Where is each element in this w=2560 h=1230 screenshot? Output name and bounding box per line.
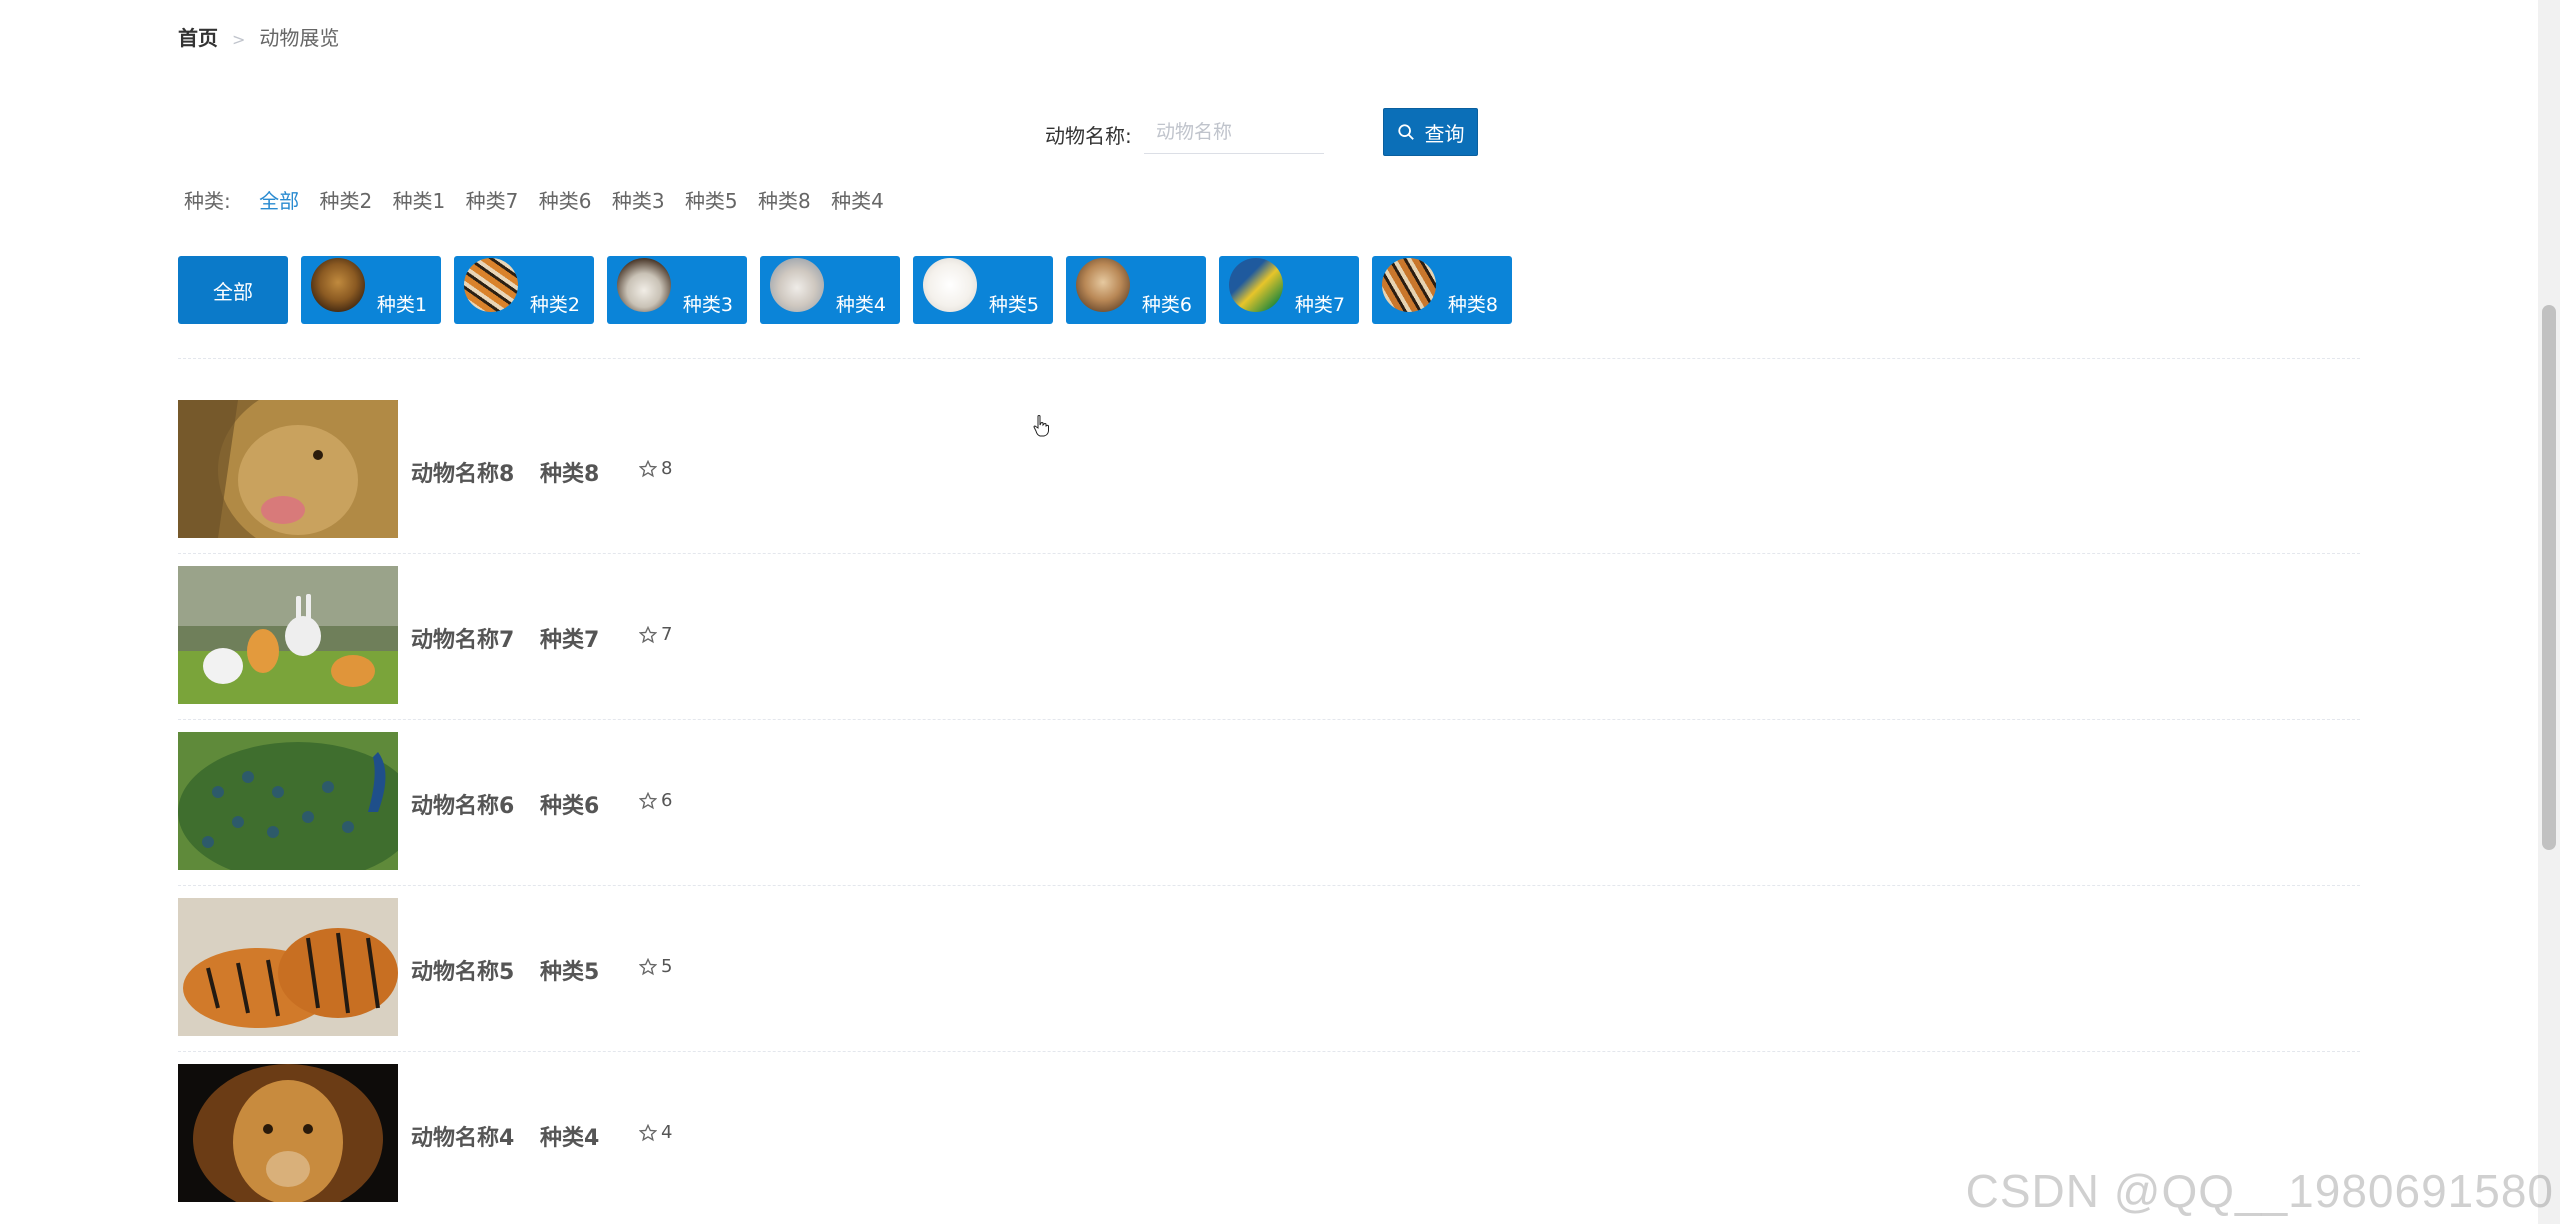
dog-avatar-icon: [923, 258, 977, 312]
tile-label: 种类2: [529, 294, 580, 316]
star-icon: [639, 625, 657, 643]
tile-category-4[interactable]: 种类4: [760, 256, 900, 324]
hand-cursor-icon: [1033, 415, 1049, 437]
search-button[interactable]: 查询: [1383, 108, 1478, 156]
rabbit-avatar-icon: [617, 258, 671, 312]
tile-category-6[interactable]: 种类6: [1066, 256, 1206, 324]
breadcrumb: 首页 > 动物展览: [178, 25, 339, 53]
tile-category-7[interactable]: 种类7: [1219, 256, 1359, 324]
filter-item[interactable]: 种类3: [612, 189, 665, 213]
row-divider: [178, 719, 2360, 720]
list-item[interactable]: 动物名称7 种类7 7: [178, 566, 2360, 732]
tiger-avatar-icon: [1382, 258, 1436, 312]
lion-avatar-icon: [311, 258, 365, 312]
watermark: CSDN @QQ__1980691580: [1965, 1165, 2554, 1217]
rabbits-photo-icon: [178, 566, 398, 704]
animal-name[interactable]: 动物名称8: [411, 456, 514, 488]
tile-label: 种类7: [1294, 294, 1345, 316]
filter-label: 种类:: [184, 189, 231, 213]
breadcrumb-current: 动物展览: [259, 26, 340, 50]
tile-label: 种类1: [376, 294, 427, 316]
like-count-value: 5: [661, 956, 673, 977]
row-divider: [178, 1051, 2360, 1052]
tile-label: 种类4: [835, 294, 886, 316]
like-count-value: 6: [661, 790, 673, 811]
animal-category: 种类8: [540, 462, 600, 487]
animal-thumbnail[interactable]: [178, 400, 398, 538]
animal-thumbnail[interactable]: [178, 732, 398, 870]
animal-thumbnail[interactable]: [178, 1064, 398, 1202]
animal-list: 动物名称8 种类8 8 动物名称7 种类7 7 动物名称6 种类6 6 动物名称…: [178, 400, 2360, 1230]
breadcrumb-home[interactable]: 首页: [178, 26, 218, 50]
filter-item[interactable]: 种类8: [758, 189, 811, 213]
animal-name[interactable]: 动物名称5: [411, 954, 514, 986]
like-count-value: 7: [661, 624, 673, 645]
tile-all-label: 全部: [213, 279, 253, 304]
filter-item[interactable]: 种类4: [831, 189, 884, 213]
tile-category-5[interactable]: 种类5: [913, 256, 1053, 324]
tile-label: 种类8: [1447, 294, 1498, 316]
animal-category: 种类6: [540, 794, 600, 819]
filter-item[interactable]: 种类7: [466, 189, 519, 213]
animal-category: 种类5: [540, 960, 600, 985]
row-divider: [178, 553, 2360, 554]
breadcrumb-separator: >: [232, 30, 246, 49]
search-input[interactable]: [1144, 110, 1324, 154]
filter-item[interactable]: 种类6: [539, 189, 592, 213]
puppy-avatar-icon: [1076, 258, 1130, 312]
animal-thumbnail[interactable]: [178, 898, 398, 1036]
like-count: 6: [639, 790, 672, 811]
lion-face-photo-icon: [178, 1064, 398, 1202]
filter-item[interactable]: 种类1: [393, 189, 446, 213]
tile-label: 种类3: [682, 294, 733, 316]
tile-category-2[interactable]: 种类2: [454, 256, 594, 324]
tile-label: 种类6: [1141, 294, 1192, 316]
tile-category-1[interactable]: 种类1: [301, 256, 441, 324]
animal-name[interactable]: 动物名称7: [411, 622, 514, 654]
tile-label: 种类5: [988, 294, 1039, 316]
section-divider: [178, 358, 2360, 359]
animal-category: 种类4: [540, 1126, 600, 1151]
like-count: 5: [639, 956, 672, 977]
like-count: 4: [639, 1122, 672, 1143]
search-bar: 动物名称: 查询: [178, 108, 2360, 158]
star-icon: [639, 791, 657, 809]
tile-category-8[interactable]: 种类8: [1372, 256, 1512, 324]
tigers-photo-icon: [178, 898, 398, 1036]
row-divider: [178, 885, 2360, 886]
like-count-value: 4: [661, 1122, 673, 1143]
list-item[interactable]: 动物名称5 种类5 5: [178, 898, 2360, 1064]
list-item[interactable]: 动物名称6 种类6 6: [178, 732, 2360, 898]
animal-name[interactable]: 动物名称6: [411, 788, 514, 820]
search-icon: [1397, 124, 1414, 140]
cat-avatar-icon: [770, 258, 824, 312]
animal-name[interactable]: 动物名称4: [411, 1120, 514, 1152]
like-count: 8: [639, 458, 672, 479]
filter-item[interactable]: 种类2: [319, 189, 372, 213]
parrot-avatar-icon: [1229, 258, 1283, 312]
category-filter: 种类: 全部 种类2 种类1 种类7 种类6 种类3 种类5 种类8 种类4: [184, 188, 898, 214]
star-icon: [639, 957, 657, 975]
like-count-value: 8: [661, 458, 673, 479]
scrollbar-thumb[interactable]: [2542, 305, 2556, 850]
filter-item-all[interactable]: 全部: [259, 189, 299, 213]
search-button-label: 查询: [1424, 121, 1465, 146]
tile-category-3[interactable]: 种类3: [607, 256, 747, 324]
peacock-photo-icon: [178, 732, 398, 870]
lion-photo-icon: [178, 400, 398, 538]
page-scrollbar[interactable]: [2538, 0, 2560, 1224]
star-icon: [639, 459, 657, 477]
animal-thumbnail[interactable]: [178, 566, 398, 704]
star-icon: [639, 1123, 657, 1141]
tiger-avatar-icon: [464, 258, 518, 312]
filter-item[interactable]: 种类5: [685, 189, 738, 213]
search-label: 动物名称:: [1045, 124, 1132, 148]
animal-category: 种类7: [540, 628, 600, 653]
tile-all[interactable]: 全部: [178, 256, 288, 324]
like-count: 7: [639, 624, 672, 645]
list-item[interactable]: 动物名称8 种类8 8: [178, 400, 2360, 566]
